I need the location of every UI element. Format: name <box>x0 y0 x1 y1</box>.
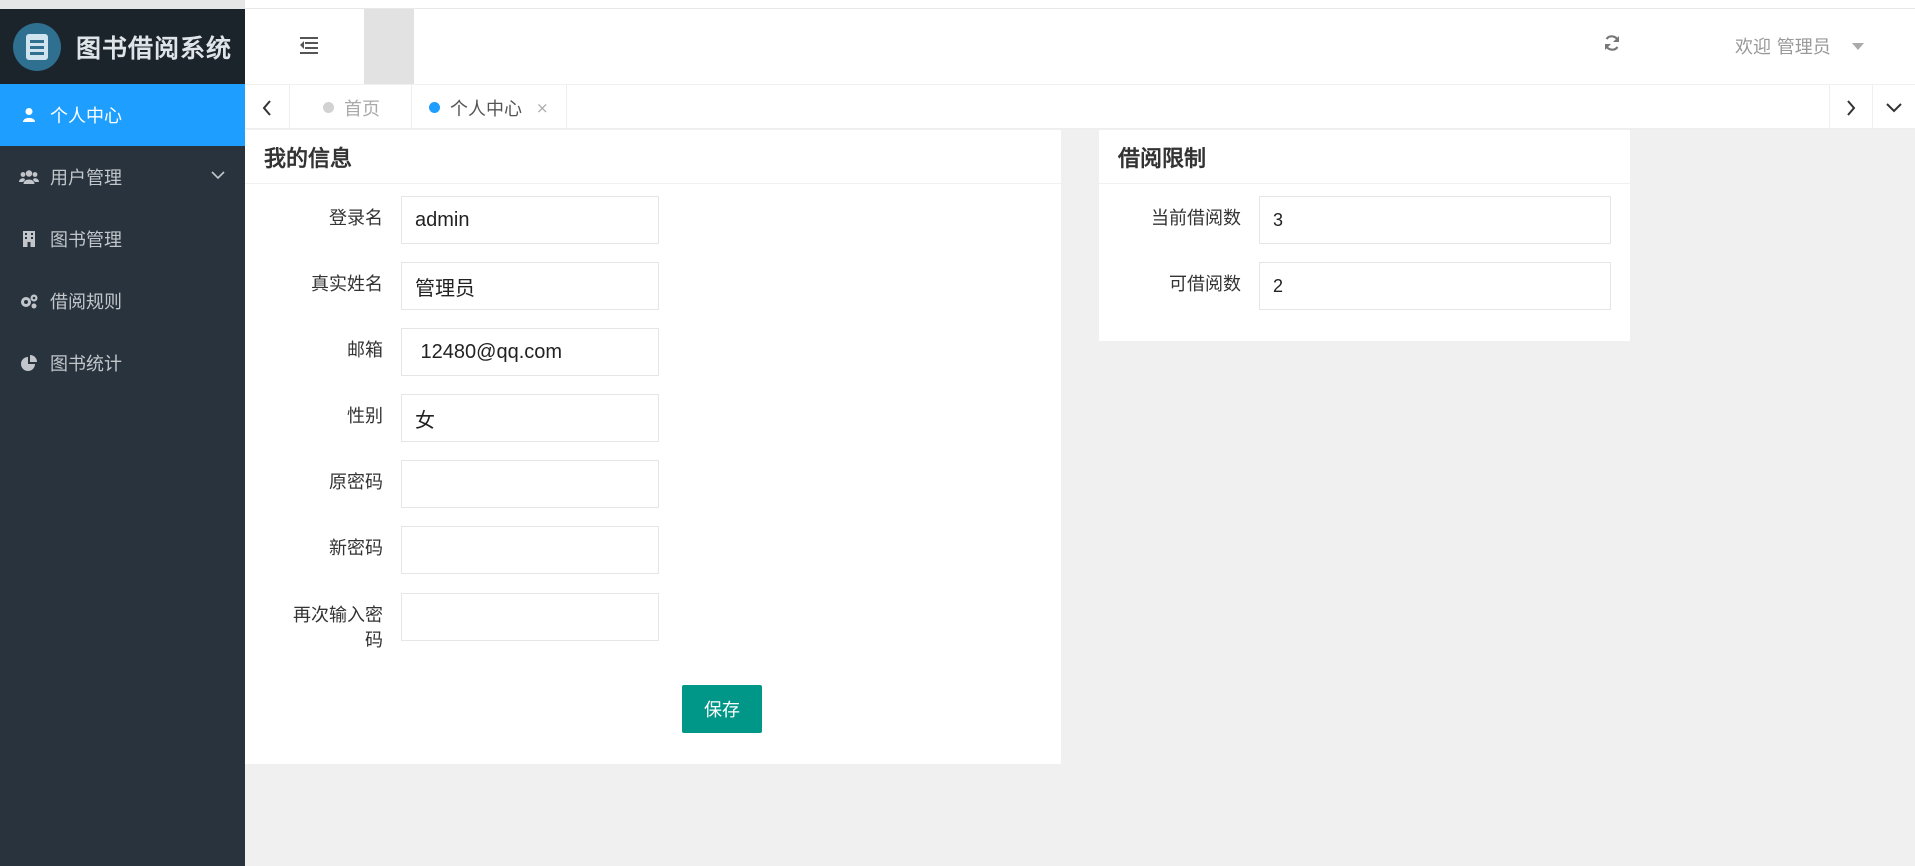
real-name-input[interactable]: 管理员 <box>401 262 659 310</box>
book-logo-icon <box>13 22 61 71</box>
caret-down-icon[interactable] <box>1852 43 1864 50</box>
confirm-password-label: 再次输入密码 <box>293 605 383 651</box>
top-border <box>245 0 1915 9</box>
gender-label: 性别 <box>347 406 383 427</box>
tab-dot-icon <box>323 102 334 113</box>
app-title: 图书借阅系统 <box>76 33 233 63</box>
tab-personal-center[interactable]: 个人中心 × <box>412 85 567 130</box>
user-icon <box>19 105 39 125</box>
confirm-password-input[interactable] <box>401 593 659 641</box>
sidebar-item-borrow-rules[interactable]: 借阅规则 <box>0 270 245 332</box>
gears-icon <box>19 291 39 311</box>
email-input[interactable]: 12480@qq.com <box>401 328 659 376</box>
user-welcome-dropdown[interactable]: 欢迎 管理员 <box>1735 33 1831 59</box>
tab-scroll-left-icon[interactable] <box>245 85 290 130</box>
sidebar-item-label: 用户管理 <box>50 168 122 189</box>
sidebar-item-label: 个人中心 <box>50 106 122 127</box>
header: 欢迎 管理员 <box>245 9 1915 84</box>
sidebar-item-user-management[interactable]: 用户管理 <box>0 146 245 208</box>
real-name-label: 真实姓名 <box>311 274 383 295</box>
menu-toggle-icon[interactable] <box>300 36 320 54</box>
tab-options-chevron-down-icon[interactable] <box>1872 85 1915 130</box>
users-icon <box>19 167 39 187</box>
sidebar-item-label: 借阅规则 <box>50 292 122 313</box>
tab-bar: 首页 个人中心 × <box>245 84 1915 130</box>
new-password-input[interactable] <box>401 526 659 574</box>
sidebar-item-book-statistics[interactable]: 图书统计 <box>0 332 245 394</box>
current-borrow-count-input[interactable]: 3 <box>1259 196 1611 244</box>
new-password-label: 新密码 <box>329 538 383 559</box>
email-label: 邮箱 <box>347 340 383 361</box>
old-password-label: 原密码 <box>329 472 383 493</box>
tab-scroll-right-icon[interactable] <box>1829 85 1872 130</box>
building-icon <box>19 229 39 249</box>
current-borrow-count-label: 当前借阅数 <box>1151 208 1241 229</box>
sidebar-item-label: 图书统计 <box>50 354 122 375</box>
borrow-limit-title: 借阅限制 <box>1099 130 1630 184</box>
close-icon[interactable]: × <box>536 99 549 117</box>
borrow-limit-card: 借阅限制 当前借阅数 3 可借阅数 2 <box>1099 130 1630 341</box>
sidebar: 图书借阅系统 个人中心 用户管理 图书管理 借阅规则 图书统计 <box>0 0 245 866</box>
sidebar-item-book-management[interactable]: 图书管理 <box>0 208 245 270</box>
login-name-label: 登录名 <box>329 208 383 229</box>
chevron-down-icon[interactable] <box>211 168 225 184</box>
save-button[interactable]: 保存 <box>682 685 762 733</box>
my-info-title: 我的信息 <box>245 130 1061 184</box>
my-info-card: 我的信息 登录名 admin 真实姓名 管理员 邮箱 12480@qq.com … <box>245 130 1061 764</box>
sidebar-item-label: 图书管理 <box>50 230 122 251</box>
refresh-icon[interactable] <box>1603 33 1621 58</box>
header-tab-placeholder <box>364 9 414 84</box>
tab-dot-icon <box>429 102 440 113</box>
sidebar-top-strip <box>0 0 245 9</box>
tab-label: 个人中心 <box>450 98 522 120</box>
old-password-input[interactable] <box>401 460 659 508</box>
available-borrow-count-input[interactable]: 2 <box>1259 262 1611 310</box>
sidebar-item-personal-center[interactable]: 个人中心 <box>0 84 245 146</box>
sidebar-menu: 个人中心 用户管理 图书管理 借阅规则 图书统计 <box>0 84 245 394</box>
gender-input[interactable]: 女 <box>401 394 659 442</box>
login-name-input[interactable]: admin <box>401 196 659 244</box>
available-borrow-count-label: 可借阅数 <box>1169 274 1241 295</box>
pie-chart-icon <box>19 353 39 373</box>
tab-label: 首页 <box>344 98 380 120</box>
tab-home[interactable]: 首页 <box>290 85 412 130</box>
logo-bar: 图书借阅系统 <box>0 9 245 84</box>
